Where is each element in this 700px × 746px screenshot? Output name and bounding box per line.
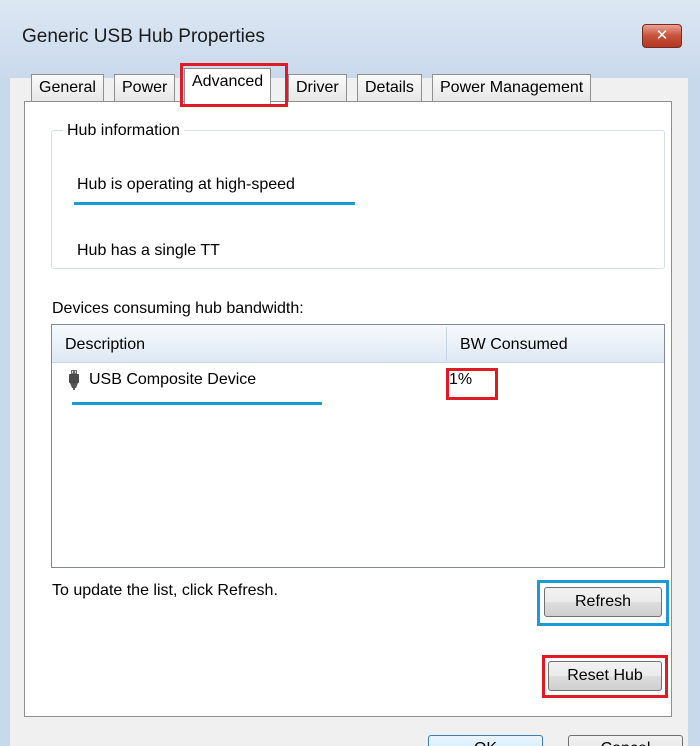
tab-power[interactable]: Power (114, 74, 176, 102)
hub-information-legend: Hub information (63, 122, 184, 140)
advanced-tab-highlight (180, 63, 288, 107)
column-header-description[interactable]: Description (65, 336, 145, 354)
reset-hub-button-highlight (542, 655, 668, 698)
refresh-hint-text: To update the list, click Refresh. (52, 582, 278, 599)
title-bar: Generic USB Hub Properties ✕ (0, 0, 700, 78)
window-frame-left (0, 78, 10, 746)
hub-speed-text: Hub is operating at high-speed (77, 176, 295, 193)
hub-speed-underline (74, 202, 355, 205)
bw-value-highlight (446, 368, 498, 400)
devices-list-label: Devices consuming hub bandwidth: (52, 300, 304, 317)
column-divider[interactable] (446, 327, 447, 361)
close-icon: ✕ (655, 27, 669, 44)
tab-general[interactable]: General (31, 74, 104, 102)
device-description: USB Composite Device (89, 371, 257, 388)
ok-button[interactable]: OK (428, 735, 543, 746)
devices-list[interactable]: Description BW Consumed USB Composite De… (51, 324, 665, 568)
usb-plug-icon (69, 370, 79, 390)
list-item[interactable]: USB Composite Device 1% (52, 365, 664, 395)
tab-driver[interactable]: Driver (288, 74, 347, 102)
hub-tt-text: Hub has a single TT (77, 242, 220, 259)
device-name-underline (72, 402, 322, 405)
tab-details[interactable]: Details (357, 74, 422, 102)
cancel-button[interactable]: Cancel (568, 735, 683, 746)
close-button[interactable]: ✕ (642, 24, 682, 48)
list-header: Description BW Consumed (52, 325, 664, 363)
window-title: Generic USB Hub Properties (22, 26, 265, 47)
column-header-bw-consumed[interactable]: BW Consumed (460, 336, 568, 354)
refresh-button-highlight (537, 580, 669, 626)
window-frame-right (688, 78, 700, 746)
tab-power-management[interactable]: Power Management (432, 74, 592, 102)
